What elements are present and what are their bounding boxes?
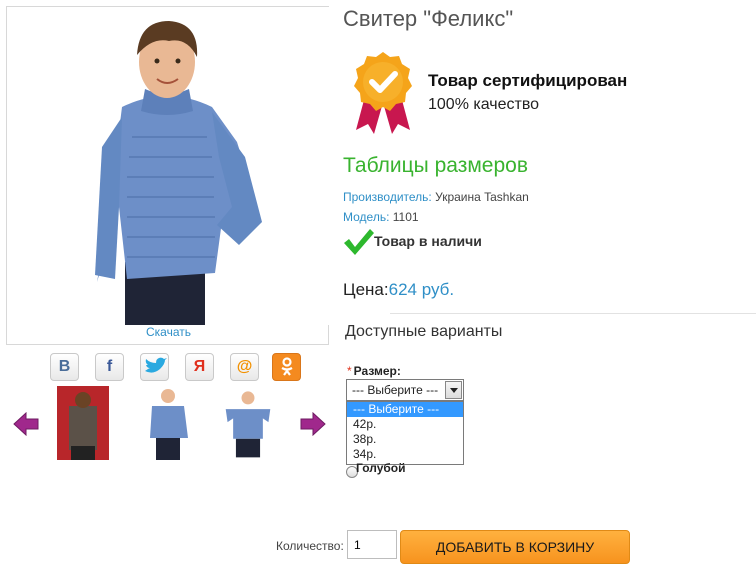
add-to-cart-button[interactable]: ДОБАВИТЬ В КОРЗИНУ bbox=[400, 530, 630, 564]
size-select-value: --- Выберите --- bbox=[352, 383, 439, 397]
vkontakte-glyph: В bbox=[58, 358, 71, 375]
odnoklassniki-icon[interactable] bbox=[272, 353, 301, 381]
quantity-input[interactable] bbox=[347, 530, 397, 559]
model-key: Модель: bbox=[343, 210, 390, 224]
divider bbox=[390, 313, 756, 314]
price-label: Цена: bbox=[343, 280, 389, 299]
facebook-glyph: f bbox=[106, 358, 113, 375]
main-product-image[interactable]: Скачать bbox=[6, 6, 330, 345]
quantity-label: Количество: bbox=[276, 539, 344, 553]
manufacturer-key[interactable]: Производитель: bbox=[343, 190, 432, 204]
thumbnail-2[interactable] bbox=[142, 386, 194, 460]
yandex-glyph: Я bbox=[193, 358, 206, 375]
size-label-text: Размер: bbox=[353, 364, 401, 378]
twitter-icon[interactable] bbox=[140, 353, 169, 381]
size-label: * Размер: bbox=[347, 364, 401, 378]
yandex-icon[interactable]: Я bbox=[185, 353, 214, 381]
in-stock-check-icon bbox=[344, 229, 374, 255]
dropdown-option[interactable]: --- Выберите --- bbox=[347, 402, 463, 417]
certificate-subtitle: 100% качество bbox=[428, 96, 540, 113]
dropdown-option[interactable]: 42р. bbox=[347, 417, 463, 432]
mail-ru-glyph: @ bbox=[236, 358, 253, 375]
twitter-bird-glyph bbox=[144, 357, 167, 373]
stock-status: Товар в наличи bbox=[374, 233, 482, 249]
dropdown-option[interactable]: 34р. bbox=[347, 447, 463, 462]
price: Цена:624 руб. bbox=[343, 280, 454, 300]
product-title: Свитер "Феликс" bbox=[343, 6, 514, 31]
dropdown-option[interactable]: 38р. bbox=[347, 432, 463, 447]
download-link[interactable]: Скачать bbox=[7, 325, 330, 339]
thumbnail-1[interactable] bbox=[57, 386, 109, 460]
size-dropdown-list[interactable]: --- Выберите --- 42р. 38р. 34р. bbox=[346, 401, 464, 465]
size-select[interactable]: --- Выберите --- bbox=[346, 379, 464, 401]
chevron-down-icon[interactable] bbox=[445, 381, 462, 399]
thumbnail-3[interactable] bbox=[222, 386, 274, 460]
carousel-next-arrow-icon[interactable] bbox=[300, 412, 326, 436]
size-tables-link[interactable]: Таблицы размеров bbox=[343, 154, 528, 178]
mail-ru-icon[interactable]: @ bbox=[230, 353, 259, 381]
price-value: 624 руб. bbox=[388, 280, 455, 299]
certificate-title: Товар сертифицирован bbox=[428, 71, 628, 90]
facebook-icon[interactable]: f bbox=[95, 353, 124, 381]
manufacturer-value: Украина Tashkan bbox=[435, 190, 529, 204]
required-mark: * bbox=[347, 364, 352, 378]
vkontakte-icon[interactable]: В bbox=[50, 353, 79, 381]
certificate-badge-icon bbox=[354, 52, 412, 134]
carousel-prev-arrow-icon[interactable] bbox=[13, 412, 39, 436]
color-option-label: Голубой bbox=[356, 461, 406, 475]
manufacturer-row: Производитель: Украина Tashkan bbox=[343, 190, 529, 204]
product-photo bbox=[7, 7, 330, 325]
available-options-header: Доступные варианты bbox=[345, 323, 503, 340]
odnoklassniki-glyph bbox=[280, 357, 293, 376]
model-row: Модель: 1101 bbox=[343, 210, 419, 224]
model-value: 1101 bbox=[392, 210, 419, 224]
